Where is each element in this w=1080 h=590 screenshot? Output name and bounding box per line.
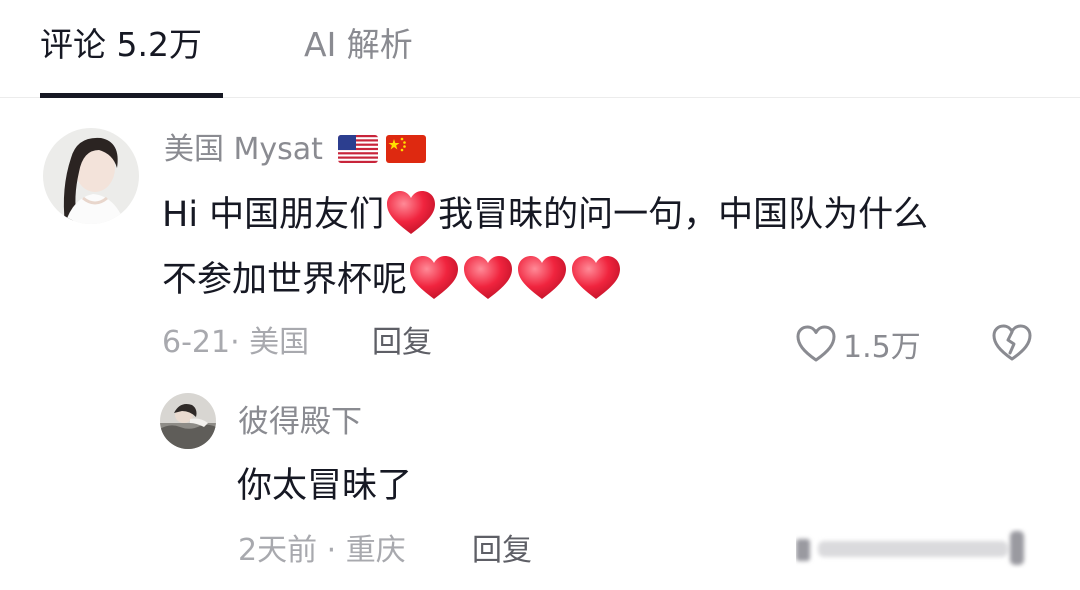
flag-badges xyxy=(338,135,434,165)
reply-like-actions-blurred[interactable] xyxy=(796,527,1034,571)
red-heart-icon xyxy=(516,255,568,301)
heart-outline-icon xyxy=(795,324,837,364)
tab-comments[interactable]: 评论 5.2万 xyxy=(40,22,202,68)
like-count: 1.5万 xyxy=(843,330,921,365)
tab-bar: 评论 5.2万 AI 解析 xyxy=(0,0,1080,98)
reply-button[interactable]: 回复 xyxy=(372,322,432,364)
active-tab-indicator xyxy=(40,93,223,98)
comment-username[interactable]: 美国 Mysat xyxy=(164,130,323,170)
comment-text-part: Hi 中国朋友们 xyxy=(162,195,385,235)
tab-ai-analysis[interactable]: AI 解析 xyxy=(304,22,413,68)
reply-date-location: 2天前 · 重庆 xyxy=(238,533,406,568)
reply-username[interactable]: 彼得殿下 xyxy=(238,402,362,442)
red-heart-icon xyxy=(408,255,460,301)
us-flag-icon xyxy=(338,135,378,163)
reply-text: 你太冒昧了 xyxy=(237,466,413,506)
broken-heart-icon[interactable] xyxy=(990,323,1034,363)
reply-reply-button[interactable]: 回复 xyxy=(472,530,532,572)
red-heart-icon xyxy=(462,255,514,301)
comment-text-line-2: 不参加世界杯呢 xyxy=(162,255,623,304)
red-heart-icon xyxy=(570,255,622,301)
avatar[interactable] xyxy=(160,393,216,449)
comment-text-part: 我冒昧的问一句，中国队为什么 xyxy=(438,195,929,235)
avatar[interactable] xyxy=(43,128,139,224)
like-button[interactable]: 1.5万 xyxy=(795,322,921,365)
china-flag-icon xyxy=(386,135,426,163)
comment-text-line-1: Hi 中国朋友们 我冒昧的问一句，中国队为什么 xyxy=(162,190,928,239)
red-heart-icon xyxy=(385,190,437,236)
comment-text-part: 不参加世界杯呢 xyxy=(162,260,408,300)
comment-date-location: 6-21· 美国 xyxy=(162,325,310,360)
